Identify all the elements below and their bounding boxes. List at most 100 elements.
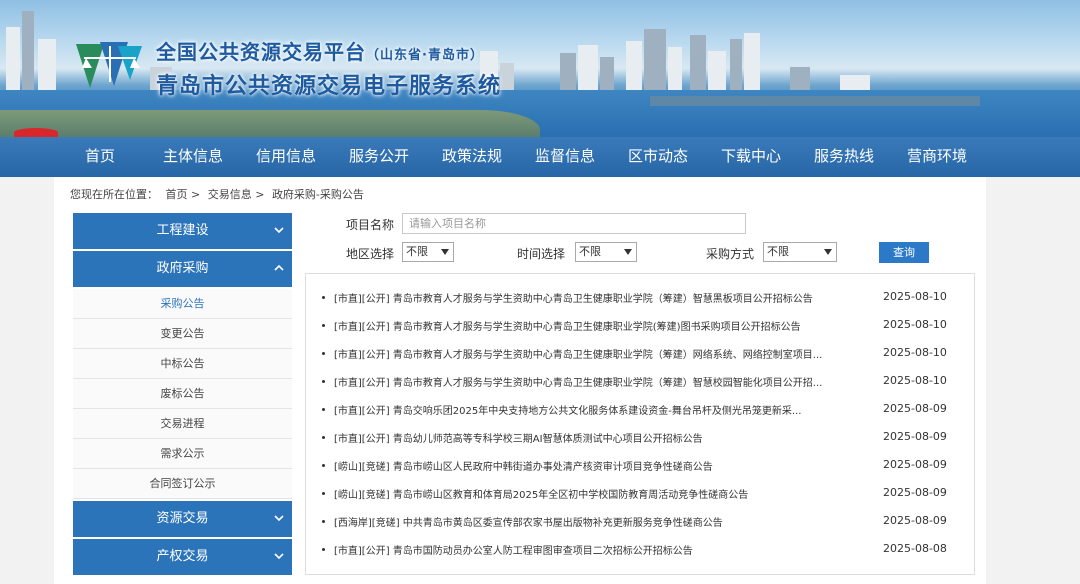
nav-item-supervision[interactable]: 监督信息 <box>528 137 602 177</box>
announcement-date: 2025-08-09 <box>883 402 947 415</box>
list-item: [西海岸][竞磋] 中共青岛市黄岛区委宣传部农家书屋出版物补充更新服务竞争性磋商… <box>306 508 974 536</box>
announcement-date: 2025-08-10 <box>883 318 947 331</box>
time-label: 时间选择 <box>517 247 566 261</box>
platform-title-region: （山东省·青岛市） <box>366 48 484 63</box>
breadcrumb-separator: > <box>255 188 265 201</box>
breadcrumb-current[interactable]: 政府采购-采购公告 <box>272 188 364 201</box>
content-panel: 您现在所在位置： 首页 > 交易信息 > 政府采购-采购公告 工程建设 政府采购… <box>54 177 986 584</box>
announcement-date: 2025-08-09 <box>883 486 947 499</box>
nav-item-business-env[interactable]: 营商环境 <box>900 137 974 177</box>
sidebar-section-government-procurement[interactable]: 政府采购 <box>73 251 292 287</box>
system-subtitle: 青岛市公共资源交易电子服务系统 <box>156 74 502 99</box>
list-item: [市直][公开] 青岛市教育人才服务与学生资助中心青岛卫生健康职业学院（筹建）网… <box>306 340 974 368</box>
sidebar-item-change-notice[interactable]: 变更公告 <box>73 319 292 349</box>
nav-item-credit-info[interactable]: 信用信息 <box>249 137 323 177</box>
time-select-value: 不限 <box>579 245 601 258</box>
region-label: 地区选择 <box>346 247 395 261</box>
header-banner: 全国公共资源交易平台（山东省·青岛市） 青岛市公共资源交易电子服务系统 <box>0 0 1080 137</box>
breadcrumb-trade-info[interactable]: 交易信息 <box>208 188 252 201</box>
announcement-date: 2025-08-10 <box>883 374 947 387</box>
announcement-title-link[interactable]: [市直][公开] 青岛市教育人才服务与学生资助中心青岛卫生健康职业学院（筹建）智… <box>334 374 864 389</box>
announcement-date: 2025-08-09 <box>883 458 947 471</box>
list-item: [市直][公开] 青岛市国防动员办公室人防工程审图审查项目二次招标公开招标公告 … <box>306 536 974 564</box>
project-name-label: 项目名称 <box>346 218 395 232</box>
nav-item-policy[interactable]: 政策法规 <box>435 137 509 177</box>
sidebar-section-label: 工程建设 <box>156 223 209 238</box>
list-item: [市直][公开] 青岛市教育人才服务与学生资助中心青岛卫生健康职业学院(筹建)图… <box>306 312 974 340</box>
breadcrumb-home[interactable]: 首页 <box>166 188 188 201</box>
nav-item-hotline[interactable]: 服务热线 <box>807 137 881 177</box>
sidebar: 工程建设 政府采购 采购公告 变更公告 中标公告 废标公告 交易进程 需求公示 … <box>73 213 292 577</box>
chevron-up-icon <box>274 264 284 271</box>
bullet-icon <box>322 408 325 411</box>
nav-item-service-public[interactable]: 服务公开 <box>342 137 416 177</box>
platform-logo-icon <box>76 42 142 88</box>
announcement-title-link[interactable]: [市直][公开] 青岛市教育人才服务与学生资助中心青岛卫生健康职业学院(筹建)图… <box>334 318 864 333</box>
sidebar-section-label: 政府采购 <box>156 261 209 276</box>
announcement-list: [市直][公开] 青岛市教育人才服务与学生资助中心青岛卫生健康职业学院（筹建）智… <box>305 273 975 575</box>
bullet-icon <box>322 352 325 355</box>
red-tower-landmark <box>14 128 58 137</box>
search-filter: 项目名称 地区选择 不限 时间选择 不限 采购方式 不限 查询 <box>344 212 964 272</box>
announcement-title-link[interactable]: [西海岸][竞磋] 中共青岛市黄岛区委宣传部农家书屋出版物补充更新服务竞争性磋商… <box>334 514 864 529</box>
breadcrumb-prefix: 您现在所在位置： <box>70 188 158 201</box>
shoreline <box>0 110 540 137</box>
nav-item-home[interactable]: 首页 <box>72 137 128 177</box>
sidebar-section-label: 资源交易 <box>156 511 209 526</box>
list-item: [市直][公开] 青岛幼儿师范高等专科学校三期AI智慧体质测试中心项目公开招标公… <box>306 424 974 452</box>
announcement-date: 2025-08-10 <box>883 346 947 359</box>
bullet-icon <box>322 520 325 523</box>
bullet-icon <box>322 548 325 551</box>
project-name-input[interactable] <box>402 213 746 234</box>
breadcrumb-separator: > <box>191 188 201 201</box>
region-select-value: 不限 <box>406 245 428 258</box>
pier <box>650 96 980 106</box>
sidebar-item-cancel-notice[interactable]: 废标公告 <box>73 379 292 409</box>
sidebar-section-resource-trade[interactable]: 资源交易 <box>73 501 292 537</box>
list-item: [崂山][竞磋] 青岛市崂山区人民政府中韩街道办事处清产核资审计项目竞争性磋商公… <box>306 452 974 480</box>
sidebar-section-property-trade[interactable]: 产权交易 <box>73 539 292 575</box>
search-button[interactable]: 查询 <box>879 242 929 263</box>
announcement-date: 2025-08-09 <box>883 430 947 443</box>
method-select-value: 不限 <box>767 245 789 258</box>
bullet-icon <box>322 436 325 439</box>
method-select[interactable]: 不限 <box>763 242 837 262</box>
announcement-title-link[interactable]: [市直][公开] 青岛幼儿师范高等专科学校三期AI智慧体质测试中心项目公开招标公… <box>334 430 864 445</box>
breadcrumb: 您现在所在位置： 首页 > 交易信息 > 政府采购-采购公告 <box>70 186 364 202</box>
announcement-date: 2025-08-09 <box>883 514 947 527</box>
nav-item-district-news[interactable]: 区市动态 <box>621 137 695 177</box>
list-item: [崂山][竞磋] 青岛市崂山区教育和体育局2025年全区初中学校国防教育周活动竞… <box>306 480 974 508</box>
announcement-title-link[interactable]: [市直][公开] 青岛市国防动员办公室人防工程审图审查项目二次招标公开招标公告 <box>334 542 864 557</box>
dropdown-arrow-icon <box>624 249 632 255</box>
sidebar-section-label: 产权交易 <box>156 549 209 564</box>
sidebar-item-demand-notice[interactable]: 需求公示 <box>73 439 292 469</box>
platform-title: 全国公共资源交易平台（山东省·青岛市） <box>156 36 484 65</box>
bullet-icon <box>322 296 325 299</box>
announcement-title-link[interactable]: [市直][公开] 青岛市教育人才服务与学生资助中心青岛卫生健康职业学院（筹建）网… <box>334 346 864 361</box>
sidebar-item-award-notice[interactable]: 中标公告 <box>73 349 292 379</box>
region-select[interactable]: 不限 <box>402 242 454 262</box>
sidebar-item-contract-notice[interactable]: 合同签订公示 <box>73 469 292 499</box>
announcement-title-link[interactable]: [市直][公开] 青岛市教育人才服务与学生资助中心青岛卫生健康职业学院（筹建）智… <box>334 290 864 305</box>
platform-title-main: 全国公共资源交易平台 <box>156 40 366 64</box>
announcement-title-link[interactable]: [市直][公开] 青岛交响乐团2025年中央支持地方公共文化服务体系建设资金-舞… <box>334 402 864 417</box>
chevron-down-icon <box>274 553 284 560</box>
method-label: 采购方式 <box>706 247 755 261</box>
bullet-icon <box>322 492 325 495</box>
nav-item-downloads[interactable]: 下载中心 <box>714 137 788 177</box>
sidebar-item-trade-progress[interactable]: 交易进程 <box>73 409 292 439</box>
announcement-title-link[interactable]: [崂山][竞磋] 青岛市崂山区人民政府中韩街道办事处清产核资审计项目竞争性磋商公… <box>334 458 864 473</box>
nav-item-entity-info[interactable]: 主体信息 <box>156 137 230 177</box>
sidebar-item-procurement-notice[interactable]: 采购公告 <box>73 289 292 319</box>
list-item: [市直][公开] 青岛市教育人才服务与学生资助中心青岛卫生健康职业学院（筹建）智… <box>306 368 974 396</box>
announcement-title-link[interactable]: [崂山][竞磋] 青岛市崂山区教育和体育局2025年全区初中学校国防教育周活动竞… <box>334 486 864 501</box>
main-nav: 首页 主体信息 信用信息 服务公开 政策法规 监督信息 区市动态 下载中心 服务… <box>0 137 1080 177</box>
bullet-icon <box>322 324 325 327</box>
bullet-icon <box>322 464 325 467</box>
chevron-down-icon <box>274 227 284 234</box>
time-select[interactable]: 不限 <box>575 242 637 262</box>
sidebar-section-engineering[interactable]: 工程建设 <box>73 213 292 249</box>
announcement-date: 2025-08-10 <box>883 290 947 303</box>
list-item: [市直][公开] 青岛市教育人才服务与学生资助中心青岛卫生健康职业学院（筹建）智… <box>306 284 974 312</box>
dropdown-arrow-icon <box>441 249 449 255</box>
